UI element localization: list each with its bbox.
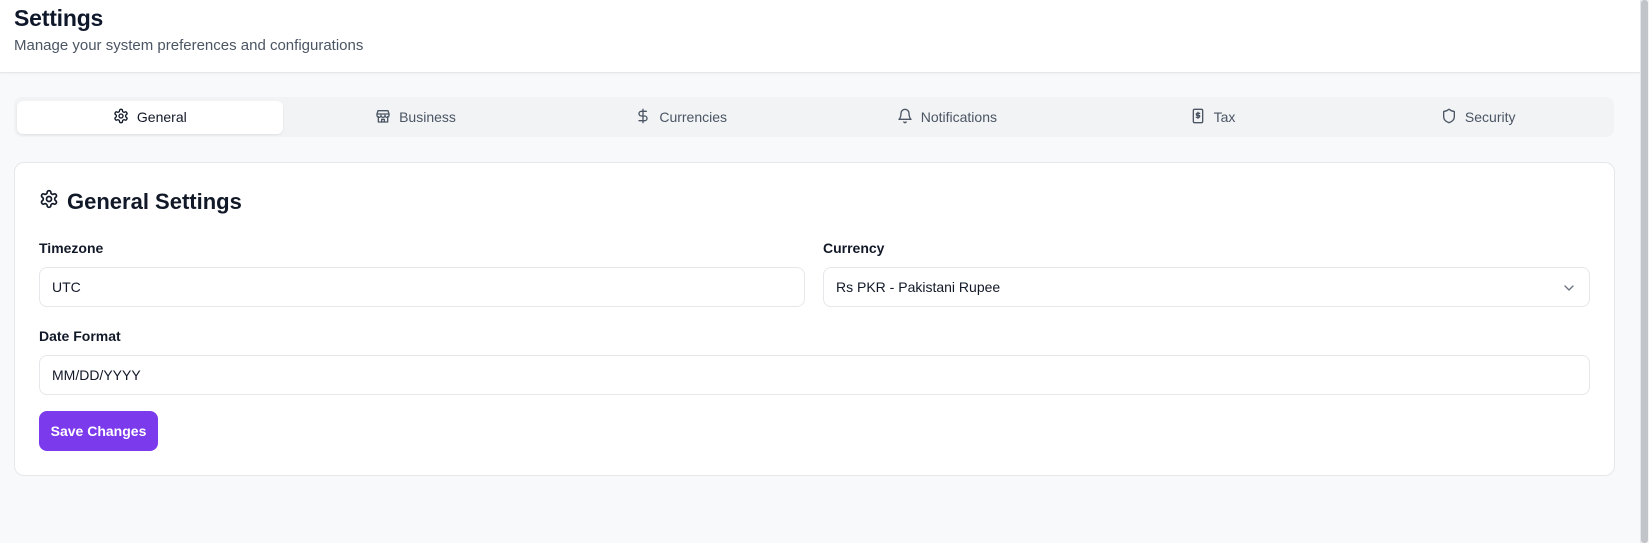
date-format-value: MM/DD/YYYY	[52, 367, 141, 383]
store-icon	[375, 108, 391, 127]
tab-label: Currencies	[659, 109, 728, 125]
receipt-icon	[1190, 108, 1206, 127]
tab-notifications[interactable]: Notifications	[814, 101, 1080, 134]
tab-label: General	[136, 109, 187, 125]
tab-label: Security	[1464, 109, 1516, 125]
scrollbar-thumb[interactable]	[1641, 0, 1648, 543]
tab-label: Notifications	[920, 109, 997, 125]
chevron-down-icon	[1561, 280, 1577, 296]
currency-select[interactable]: Rs PKR - Pakistani Rupee	[823, 267, 1590, 307]
dollar-icon	[635, 108, 651, 127]
timezone-value: UTC	[52, 279, 81, 295]
tab-tax[interactable]: Tax	[1080, 101, 1346, 134]
bell-icon	[897, 108, 913, 127]
save-changes-button[interactable]: Save Changes	[39, 411, 158, 451]
settings-page: Settings Manage your system preferences …	[0, 0, 1649, 543]
page-header: Settings Manage your system preferences …	[0, 0, 1640, 73]
tab-general[interactable]: General	[17, 100, 283, 134]
date-format-input[interactable]: MM/DD/YYYY	[39, 355, 1590, 395]
card-title-text: General Settings	[67, 189, 242, 214]
timezone-input[interactable]: UTC	[39, 267, 805, 307]
timezone-label: Timezone	[39, 240, 104, 256]
general-settings-card: General Settings Timezone UTC Currency R…	[14, 162, 1615, 476]
tab-currencies[interactable]: Currencies	[548, 101, 814, 134]
gear-icon	[113, 108, 129, 127]
tab-label: Tax	[1213, 109, 1236, 125]
tab-security[interactable]: Security	[1345, 101, 1611, 134]
tab-business[interactable]: Business	[283, 101, 549, 134]
page-title: Settings	[14, 5, 104, 31]
page-subtitle: Manage your system preferences and confi…	[14, 37, 364, 54]
settings-tabs: General Business Currencies Notification…	[14, 97, 1614, 137]
currency-label: Currency	[823, 240, 885, 256]
shield-icon	[1441, 108, 1457, 127]
gear-icon	[39, 189, 59, 215]
date-format-label: Date Format	[39, 328, 121, 344]
scrollbar-track[interactable]	[1640, 0, 1649, 543]
currency-value: Rs PKR - Pakistani Rupee	[836, 279, 1001, 295]
card-title: General Settings	[39, 189, 242, 215]
tab-label: Business	[399, 109, 456, 125]
